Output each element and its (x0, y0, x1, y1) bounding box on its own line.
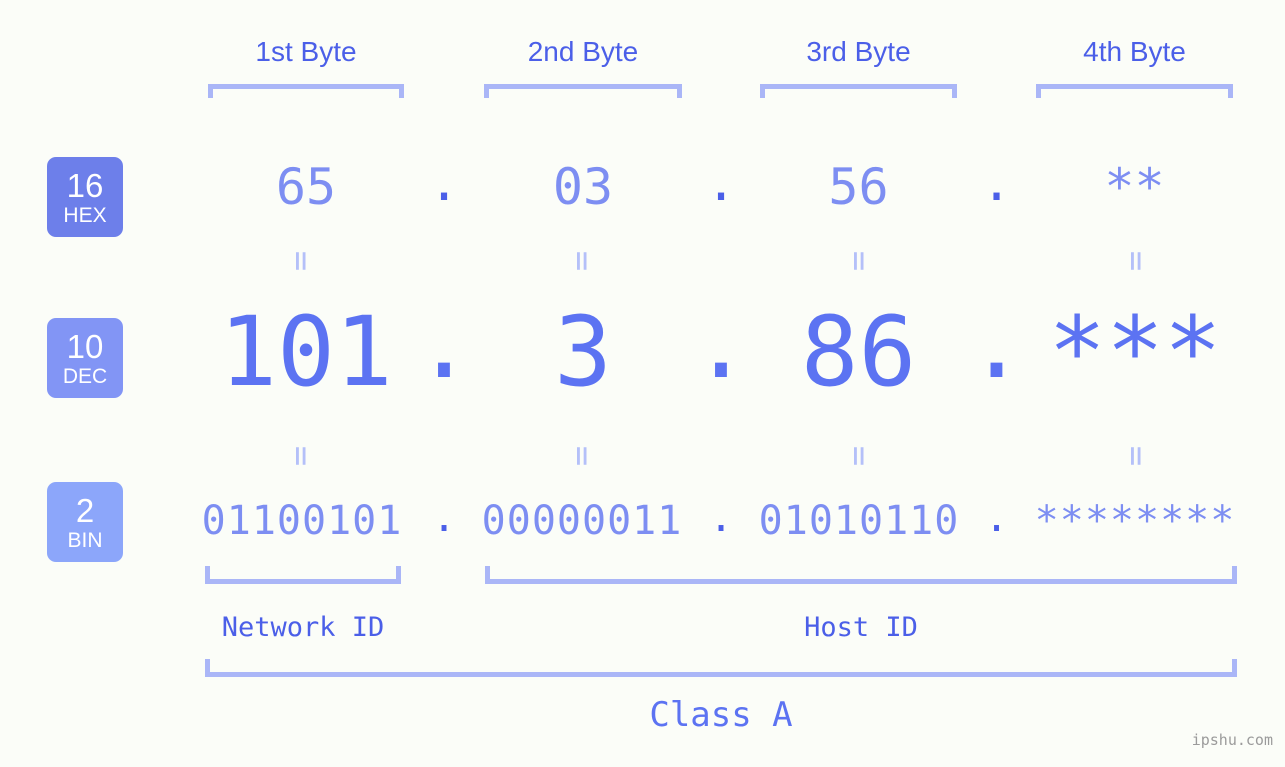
dec-separator-3: . (967, 288, 1026, 400)
bin-separator-3: . (984, 495, 1009, 541)
equals-icon-hex-dec-1: = (281, 250, 321, 272)
byte-bracket-3 (760, 84, 957, 98)
byte-header-label-4: 4th Byte (1083, 36, 1186, 67)
network-id-bracket (205, 566, 401, 584)
equals-icon-dec-bin-3: = (839, 445, 879, 467)
watermark: ipshu.com (1191, 731, 1273, 749)
bin-byte-2: 00000011 (481, 498, 683, 544)
byte-header-label-1: 1st Byte (255, 36, 357, 67)
hex-separator-1: . (428, 154, 460, 212)
bin-byte-4: ******** (1034, 498, 1236, 544)
hex-separator-3: . (981, 154, 1012, 212)
bin-byte-3: 01010110 (758, 498, 960, 544)
dec-byte-4: *** (1048, 296, 1222, 408)
base-badge-hex: 16 HEX (47, 157, 123, 237)
hex-byte-4: ** (1104, 158, 1165, 216)
base-badge-dec-name: DEC (62, 364, 108, 388)
equals-icon-hex-dec-4: = (1116, 250, 1156, 272)
class-bracket (205, 659, 1237, 677)
equals-icon-dec-bin-1: = (281, 445, 321, 467)
byte-bracket-2 (484, 84, 682, 98)
ip-breakdown-diagram: 1st Byte 2nd Byte 3rd Byte 4th Byte 16 H… (0, 0, 1285, 767)
byte-header-label-3: 3rd Byte (806, 36, 911, 67)
base-badge-bin: 2 BIN (47, 482, 123, 562)
host-id-bracket (485, 566, 1237, 584)
hex-byte-2: 03 (552, 158, 614, 216)
bin-byte-1: 01100101 (201, 498, 403, 544)
equals-icon-dec-bin-2: = (562, 445, 602, 467)
base-badge-hex-number: 16 (66, 166, 104, 204)
dec-separator-1: . (415, 288, 473, 400)
byte-bracket-1 (208, 84, 404, 98)
dec-byte-2: 3 (554, 296, 612, 408)
dec-byte-3: 86 (800, 296, 917, 408)
hex-byte-1: 65 (275, 158, 337, 216)
host-id-label: Host ID (804, 612, 918, 643)
base-badge-hex-name: HEX (63, 203, 107, 227)
hex-byte-3: 56 (828, 158, 889, 216)
base-badge-dec: 10 DEC (47, 318, 123, 398)
byte-bracket-4 (1036, 84, 1233, 98)
bin-separator-1: . (431, 495, 457, 541)
equals-icon-dec-bin-4: = (1116, 445, 1156, 467)
hex-separator-2: . (705, 154, 737, 212)
dec-separator-2: . (692, 288, 750, 400)
base-badge-dec-number: 10 (66, 327, 104, 365)
class-label: Class A (649, 695, 793, 735)
base-badge-bin-name: BIN (67, 528, 103, 552)
byte-header-label-2: 2nd Byte (527, 36, 639, 67)
equals-icon-hex-dec-2: = (562, 250, 602, 272)
dec-byte-1: 101 (219, 296, 393, 408)
network-id-label: Network ID (221, 612, 385, 643)
base-badge-bin-number: 2 (75, 491, 95, 529)
equals-icon-hex-dec-3: = (839, 250, 879, 272)
bin-separator-2: . (708, 495, 734, 541)
